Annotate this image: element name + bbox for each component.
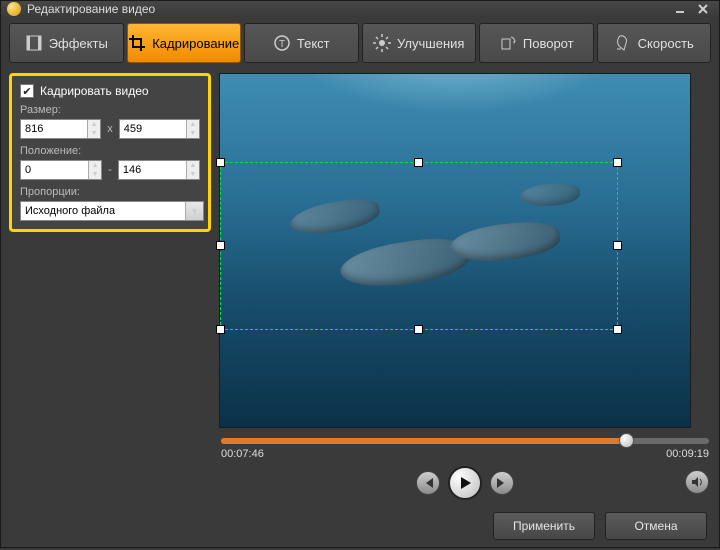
- minimize-icon: [675, 4, 685, 14]
- svg-text:T: T: [279, 39, 285, 50]
- size-separator: x: [107, 123, 113, 135]
- tab-label: Кадрирование: [152, 36, 239, 51]
- tab-speed[interactable]: Скорость: [597, 23, 712, 63]
- close-icon: [698, 4, 708, 14]
- aspect-combo[interactable]: ▼: [20, 201, 204, 221]
- aspect-value[interactable]: [21, 202, 185, 220]
- prev-icon: [422, 477, 434, 489]
- volume-icon: [690, 475, 704, 489]
- crop-handle-s[interactable]: [414, 325, 423, 334]
- tab-label: Поворот: [523, 36, 574, 51]
- tab-label: Эффекты: [49, 36, 108, 51]
- prev-button[interactable]: [416, 471, 440, 495]
- tab-label: Текст: [297, 36, 330, 51]
- timeline: 00:07:46 00:09:19: [219, 438, 711, 500]
- minimize-button[interactable]: [670, 1, 690, 17]
- position-label: Положение:: [20, 145, 200, 157]
- crop-enable-label: Кадрировать видео: [40, 84, 149, 98]
- pos-separator: -: [108, 164, 112, 176]
- footer: Применить Отмена: [1, 500, 719, 550]
- tab-rotate[interactable]: Поворот: [479, 23, 594, 63]
- seek-track[interactable]: [221, 438, 709, 444]
- pos-x-input[interactable]: [21, 161, 88, 179]
- spin-up[interactable]: ▲: [187, 161, 199, 170]
- spin-up[interactable]: ▲: [187, 120, 199, 129]
- chevron-down-icon[interactable]: ▼: [185, 202, 203, 220]
- apply-button[interactable]: Применить: [493, 512, 595, 540]
- crop-enable-checkbox[interactable]: ✔: [20, 84, 34, 98]
- film-icon: [25, 34, 43, 52]
- tab-effects[interactable]: Эффекты: [9, 23, 124, 63]
- title-bar: Редактирование видео: [1, 1, 719, 17]
- total-time: 00:09:19: [666, 448, 709, 460]
- width-spinner[interactable]: ▲▼: [20, 119, 101, 139]
- crop-handle-n[interactable]: [414, 158, 423, 167]
- size-label: Размер:: [20, 104, 200, 116]
- spin-down[interactable]: ▼: [187, 170, 199, 179]
- spin-up[interactable]: ▲: [89, 161, 101, 170]
- crop-handle-ne[interactable]: [613, 158, 622, 167]
- video-preview[interactable]: [219, 73, 691, 428]
- rotate-icon: [499, 34, 517, 52]
- video-editor-window: Редактирование видео Эффекты Кадрировани…: [0, 0, 720, 548]
- play-icon: [458, 476, 472, 490]
- tab-text[interactable]: T Текст: [244, 23, 359, 63]
- preview-area: 00:07:46 00:09:19: [219, 73, 711, 500]
- crop-sidebar: ✔ Кадрировать видео Размер: ▲▼ x ▲▼ Поло…: [9, 73, 211, 500]
- pos-x-spinner[interactable]: ▲▼: [20, 160, 102, 180]
- crop-panel: ✔ Кадрировать видео Размер: ▲▼ x ▲▼ Поло…: [9, 73, 211, 232]
- height-input[interactable]: [120, 120, 186, 138]
- crop-rectangle[interactable]: [220, 162, 618, 330]
- tab-label: Скорость: [638, 36, 694, 51]
- crop-handle-e[interactable]: [613, 241, 622, 250]
- speed-icon: [614, 34, 632, 52]
- window-title: Редактирование видео: [27, 2, 155, 16]
- text-icon: T: [273, 34, 291, 52]
- app-icon: [7, 2, 21, 16]
- spin-down[interactable]: ▼: [88, 129, 100, 138]
- tab-bar: Эффекты Кадрирование T Текст Улучшения П…: [1, 17, 719, 69]
- volume-button[interactable]: [685, 470, 709, 494]
- seek-knob[interactable]: [619, 433, 634, 448]
- spin-down[interactable]: ▼: [89, 170, 101, 179]
- close-button[interactable]: [693, 1, 713, 17]
- pos-y-input[interactable]: [119, 161, 186, 179]
- play-button[interactable]: [448, 466, 482, 500]
- height-spinner[interactable]: ▲▼: [119, 119, 200, 139]
- next-icon: [496, 477, 508, 489]
- aspect-label: Пропорции:: [20, 186, 200, 198]
- spin-up[interactable]: ▲: [88, 120, 100, 129]
- spin-down[interactable]: ▼: [187, 129, 199, 138]
- crop-handle-se[interactable]: [613, 325, 622, 334]
- tab-crop[interactable]: Кадрирование: [127, 23, 242, 63]
- tab-enhance[interactable]: Улучшения: [362, 23, 477, 63]
- seek-progress: [221, 438, 626, 444]
- cancel-button[interactable]: Отмена: [605, 512, 707, 540]
- crop-handle-sw[interactable]: [216, 325, 225, 334]
- current-time: 00:07:46: [221, 448, 264, 460]
- crop-handle-w[interactable]: [216, 241, 225, 250]
- sun-icon: [373, 34, 391, 52]
- next-button[interactable]: [490, 471, 514, 495]
- crop-handle-nw[interactable]: [216, 158, 225, 167]
- tab-label: Улучшения: [397, 36, 464, 51]
- width-input[interactable]: [21, 120, 87, 138]
- pos-y-spinner[interactable]: ▲▼: [118, 160, 200, 180]
- crop-icon: [128, 34, 146, 52]
